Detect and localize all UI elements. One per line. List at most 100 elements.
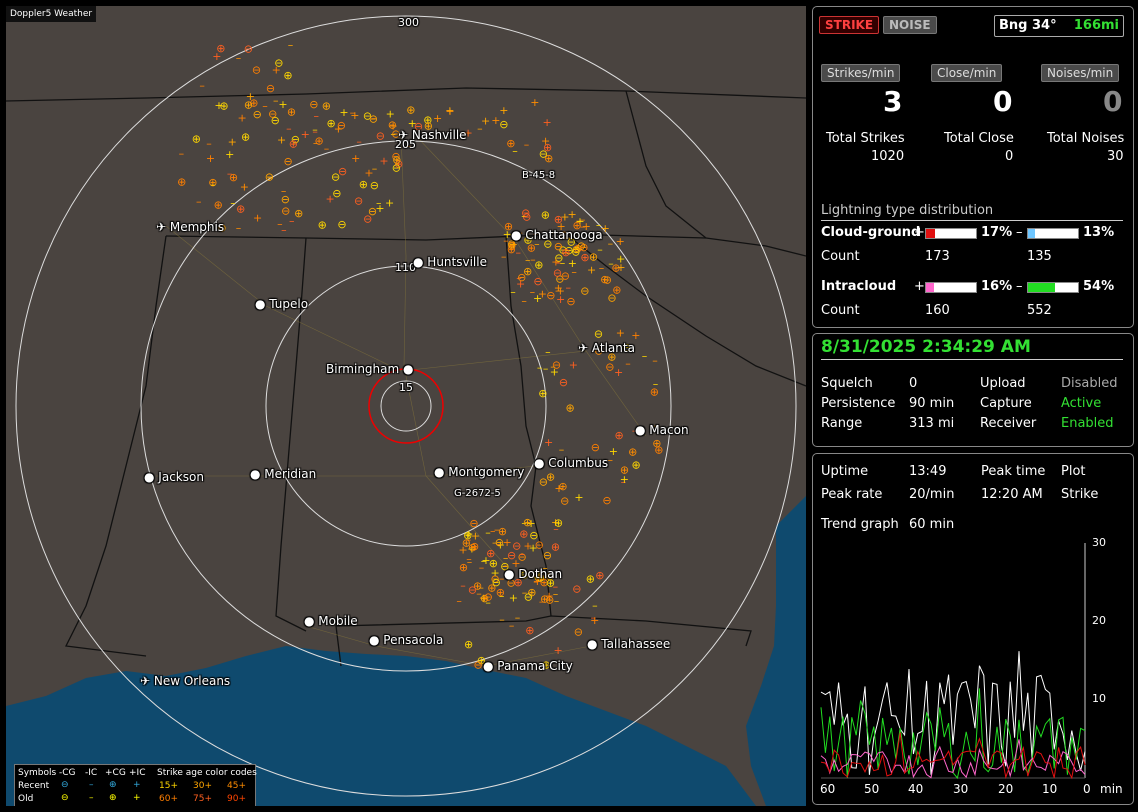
- map-canvas[interactable]: –⊖⊖–+⊖–+–⊖⊖–⊕–⊕++–⊖⊕+⊕+⊖++⊕⊖––++––⊖⊖+–⊕ ⊖…: [6, 6, 806, 806]
- strike-marker: ⊖: [507, 549, 516, 562]
- strike-marker: ⊕: [289, 138, 298, 151]
- range-value: 313 mi: [909, 416, 955, 431]
- strike-marker: ⊖: [539, 476, 548, 489]
- city-birmingham: Birmingham ●: [326, 362, 414, 376]
- peak-time-value: 12:20 AM: [981, 487, 1043, 502]
- strike-marker: +: [545, 589, 554, 602]
- y-tick-20: 20: [1092, 614, 1106, 627]
- age-old-2: 75+: [193, 794, 212, 804]
- strike-marker: ⊖: [533, 275, 542, 288]
- strike-marker: +: [509, 591, 518, 604]
- persistence-value: 90 min: [909, 396, 955, 411]
- strikes-per-min-button[interactable]: Strikes/min: [821, 64, 901, 82]
- legend-col-neg-cg: -CG: [59, 768, 76, 778]
- strike-marker: ⊕: [214, 198, 223, 211]
- strike-marker: –: [499, 590, 505, 603]
- strike-marker: +: [620, 473, 629, 486]
- strike-marker: –: [553, 523, 559, 536]
- strike-marker: +: [351, 152, 360, 165]
- strike-marker: +: [550, 366, 559, 379]
- strike-marker: –: [512, 144, 518, 157]
- pos-cg-old-icon: ⊕: [109, 793, 117, 803]
- strike-marker: ⊖: [521, 206, 530, 219]
- strike-marker: ⊕: [650, 385, 659, 398]
- strike-marker: ⊖: [244, 43, 253, 56]
- stats-panel: STRIKE NOISE Bng 34° 166mi Strikes/min C…: [812, 6, 1134, 328]
- ic-positive-bar-fill: [926, 283, 934, 292]
- strike-marker: +: [389, 120, 398, 133]
- plot-value: Strike: [1061, 487, 1099, 502]
- strike-marker: –: [312, 125, 318, 138]
- strike-button[interactable]: STRIKE: [819, 16, 880, 34]
- strike-marker: ⊖: [369, 112, 378, 125]
- strike-marker: ⊕: [595, 569, 604, 582]
- lightning-map[interactable]: – ⊖ ⊖ – + ⊖ – + – ⊖ ⊖ – ⊕ – ⊕ + + – ⊖ ⊕ + ⊕ + ⊖ + + ⊕ ⊖ – – + + – – ⊖ ⊖ + – ⊕ ⊖…: [6, 6, 806, 806]
- total-strikes-label: Total Strikes: [826, 131, 905, 146]
- city-columbus: ● Columbus: [534, 456, 609, 470]
- total-noises-label: Total Noises: [1047, 131, 1125, 146]
- legend-symbols-header: Symbols: [18, 768, 57, 778]
- peak-rate-value: 20/min: [909, 487, 955, 502]
- close-per-min-button[interactable]: Close/min: [931, 64, 1003, 82]
- strike-marker: ⊖: [603, 274, 612, 287]
- strike-marker: –: [286, 122, 292, 135]
- strike-marker: ⊕: [498, 525, 507, 538]
- capture-value: Active: [1061, 396, 1102, 411]
- strike-marker: –: [521, 295, 527, 308]
- city-montgomery: ● Montgomery: [434, 465, 525, 479]
- noises-per-min-button[interactable]: Noises/min: [1041, 64, 1120, 82]
- ic-negative-pct: 54%: [1083, 279, 1115, 294]
- strike-marker: ⊕: [523, 516, 532, 529]
- ic-negative-count: 552: [1027, 303, 1052, 318]
- pos-ic-recent-icon: +: [133, 780, 141, 790]
- strike-marker: –: [476, 587, 482, 600]
- strike-marker: –: [236, 52, 242, 65]
- city-macon: ● Macon: [635, 423, 689, 437]
- strike-marker: +: [225, 148, 234, 161]
- x-tick-20: 20: [998, 782, 1014, 796]
- strike-marker: –: [608, 237, 614, 250]
- strike-marker: ⊕: [566, 401, 575, 414]
- strike-marker: –: [179, 147, 185, 160]
- strike-marker: –: [210, 178, 216, 191]
- neg-cg-recent-icon: ⊖: [61, 780, 69, 790]
- strike-marker: –: [501, 250, 507, 263]
- upload-label: Upload: [980, 376, 1026, 391]
- strike-marker: +: [459, 544, 468, 557]
- strike-marker: +: [326, 193, 335, 206]
- divider: [821, 359, 1123, 360]
- noises-per-min-value: 0: [1103, 85, 1123, 118]
- legend-age-title: Strike age color codes: [157, 768, 257, 778]
- strike-marker: +: [616, 235, 625, 248]
- strike-marker: +: [339, 106, 348, 119]
- strike-marker: –: [530, 253, 536, 266]
- bearing-box: Bng 34° 166mi: [994, 15, 1124, 37]
- ic-plus-icon: +: [914, 279, 925, 294]
- strike-marker: ⊕: [544, 152, 553, 165]
- cg-positive-count: 173: [925, 249, 950, 264]
- strike-marker: –: [509, 619, 515, 632]
- city-tupelo: ● Tupelo: [255, 297, 309, 311]
- receiver-value: Enabled: [1061, 416, 1114, 431]
- noise-button[interactable]: NOISE: [883, 16, 937, 34]
- age-recent-3: 45+: [227, 781, 246, 791]
- strike-marker: ⊕: [615, 429, 624, 442]
- bearing-value: Bng 34°: [999, 18, 1057, 33]
- strike-marker: ⊖: [566, 295, 575, 308]
- strike-marker: ⊕: [654, 443, 663, 456]
- x-tick-60: 60: [820, 782, 836, 796]
- strike-marker: ⊕: [177, 175, 186, 188]
- atlantic-ocean: [746, 496, 806, 806]
- city-atlanta: ✈ Atlanta: [578, 341, 635, 355]
- strike-marker: ⊖: [559, 376, 568, 389]
- strike-marker: ⊖: [253, 108, 262, 121]
- strike-marker: ⊕: [538, 387, 547, 400]
- strike-marker: ⊖: [580, 284, 589, 297]
- strike-marker: –: [206, 137, 212, 150]
- squelch-value: 0: [909, 376, 918, 391]
- strike-marker: ⊕: [464, 638, 473, 651]
- intracloud-label: Intracloud: [821, 279, 897, 294]
- strike-marker: ⊖: [484, 590, 493, 603]
- plot-label: Plot: [1061, 464, 1086, 479]
- trend-span-value: 60 min: [909, 517, 955, 532]
